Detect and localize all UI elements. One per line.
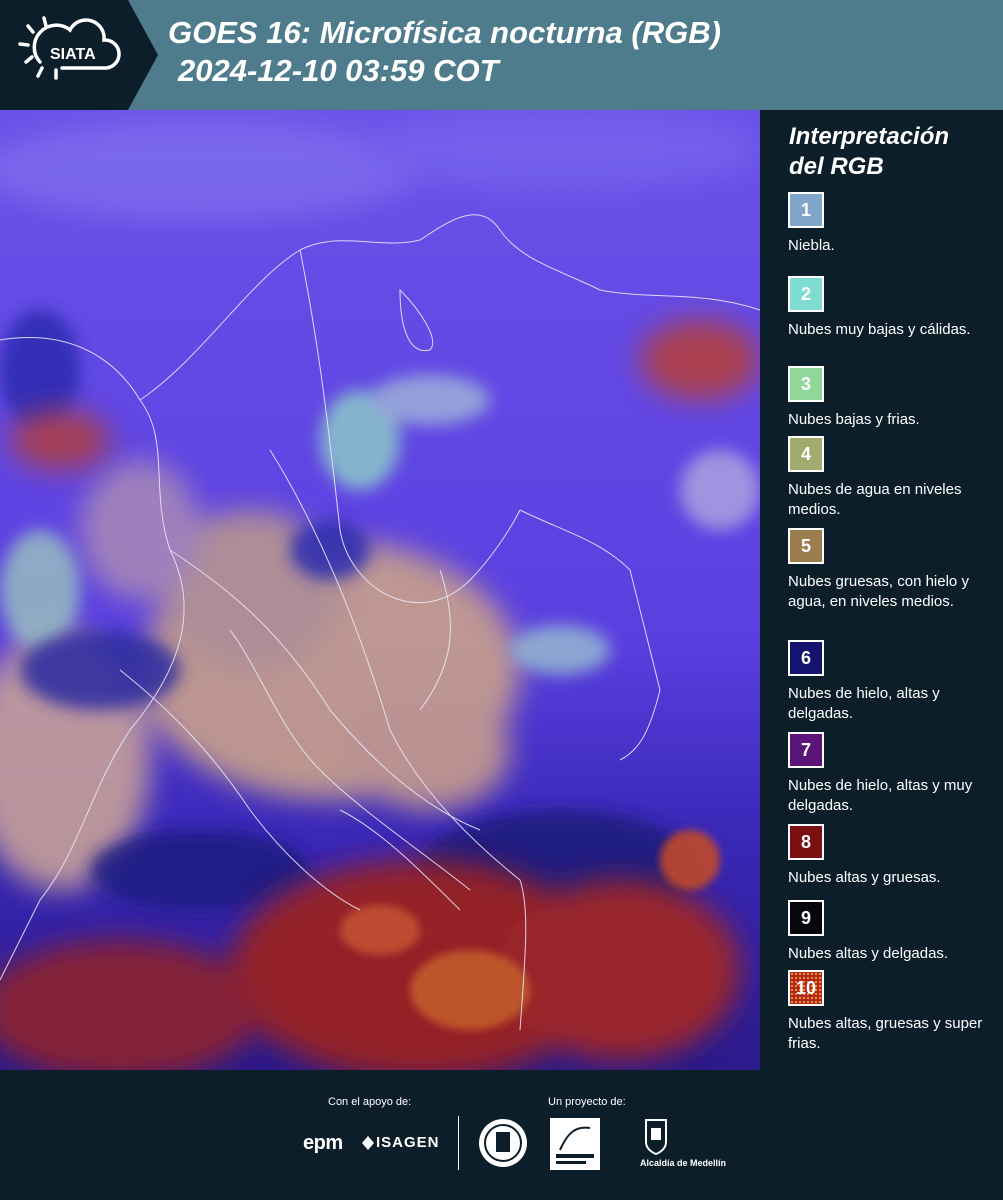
legend-title: Interpretación del RGB <box>789 122 949 182</box>
legend-swatch-6: 6 <box>788 640 824 676</box>
legend-swatch-5: 5 <box>788 528 824 564</box>
legend-label-4: Nubes de agua en niveles medios. <box>788 481 962 518</box>
title-product: GOES 16: Microfísica nocturna (RGB) <box>168 15 721 50</box>
legend-swatch-7: 7 <box>788 732 824 768</box>
university-seal-logo <box>478 1118 528 1168</box>
siata-logo: SIATA <box>0 0 158 110</box>
title-datetime: 2024-12-10 03:59 COT <box>178 53 499 88</box>
legend-label-9: Nubes altas y delgadas. <box>788 945 949 962</box>
epm-logo: epm <box>303 1132 343 1154</box>
legend-title-line2: del RGB <box>789 153 884 180</box>
legend-item-4: 4 Nubes de agua en niveles medios. <box>788 436 998 520</box>
legend-label-8: Nubes altas y gruesas. <box>788 869 941 886</box>
header-bar: SIATA GOES 16: Microfísica nocturna (RGB… <box>0 0 1003 110</box>
legend-swatch-9: 9 <box>788 900 824 936</box>
isagen-icon <box>362 1136 374 1150</box>
legend-item-5: 5 Nubes gruesas, con hielo y agua, en niv… <box>788 528 998 612</box>
area-metropolitana-logo <box>550 1118 600 1170</box>
legend-swatch-10: 10 <box>788 970 824 1006</box>
isagen-label: ISAGEN <box>376 1134 440 1151</box>
legend-label-10: Nubes altas, gruesas y super frias. <box>788 1015 983 1052</box>
legend-label-2: Nubes muy bajas y cálidas. <box>788 321 971 338</box>
satellite-image <box>0 110 760 1070</box>
isagen-logo: ISAGEN <box>362 1134 440 1151</box>
legend-item-1: 1 Niebla. <box>788 192 998 256</box>
legend-item-6: 6 Nubes de hielo, altas y delgadas. <box>788 640 998 724</box>
legend-item-9: 9 Nubes altas y delgadas. <box>788 900 998 964</box>
legend-label-3: Nubes bajas y frias. <box>788 411 920 428</box>
legend-item-7: 7 Nubes de hielo, altas y muy delgadas. <box>788 732 998 816</box>
legend-swatch-3: 3 <box>788 366 824 402</box>
project-label: Un proyecto de: <box>548 1096 626 1108</box>
legend-label-5: Nubes gruesas, con hielo y agua, en nive… <box>788 573 969 610</box>
page-title: GOES 16: Microfísica nocturna (RGB) 2024… <box>168 14 721 90</box>
legend-label-1: Niebla. <box>788 237 835 254</box>
legend-item-2: 2 Nubes muy bajas y cálidas. <box>788 276 998 340</box>
legend-panel: Interpretación del RGB 1 Niebla. 2 Nubes mu… <box>760 110 1003 1070</box>
alcaldia-label: Alcaldía de Medellín <box>640 1158 727 1168</box>
support-label: Con el apoyo de: <box>328 1096 412 1108</box>
footer-bar: Con el apoyo de: Un proyecto de: epm ISA… <box>0 1070 1003 1200</box>
legend-swatch-8: 8 <box>788 824 824 860</box>
legend-title-line1: Interpretación <box>789 123 950 150</box>
siata-logo-text: SIATA <box>50 46 96 63</box>
legend-label-7: Nubes de hielo, altas y muy delgadas. <box>788 777 973 814</box>
legend-swatch-2: 2 <box>788 276 824 312</box>
footer-divider <box>458 1116 459 1170</box>
legend-swatch-4: 4 <box>788 436 824 472</box>
alcaldia-shield-icon <box>643 1118 669 1156</box>
legend-swatch-1: 1 <box>788 192 824 228</box>
legend-label-6: Nubes de hielo, altas y delgadas. <box>788 685 940 722</box>
legend-item-8: 8 Nubes altas y gruesas. <box>788 824 998 888</box>
legend-item-3: 3 Nubes bajas y frias. <box>788 366 998 430</box>
legend-item-10: 10 Nubes altas, gruesas y super frias. <box>788 970 998 1054</box>
